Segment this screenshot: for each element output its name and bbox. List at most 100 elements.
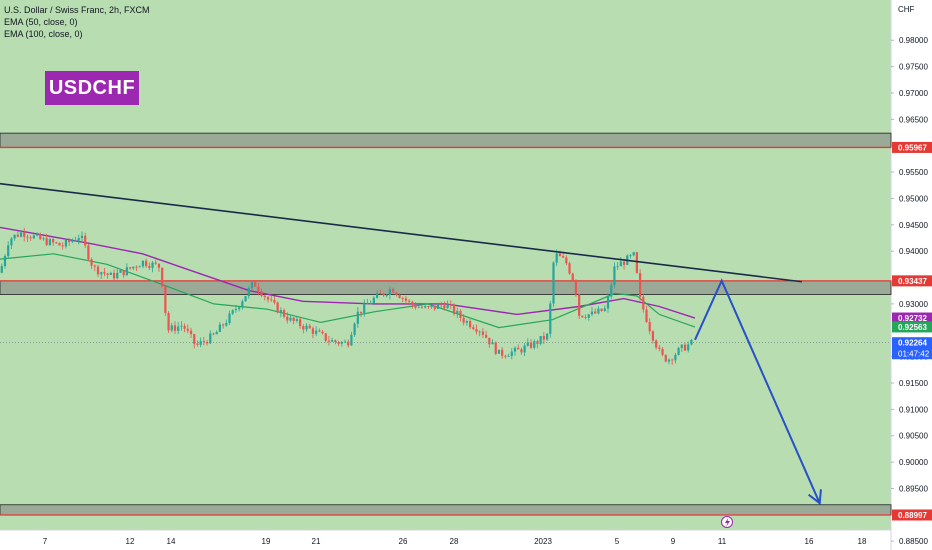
candle-body xyxy=(279,310,282,313)
candle-body xyxy=(183,325,186,329)
y-tick-label: 0.96500 xyxy=(899,115,928,124)
candle-body xyxy=(363,303,366,314)
candle[interactable] xyxy=(635,251,638,274)
candle[interactable] xyxy=(161,267,164,288)
lightning-icon[interactable] xyxy=(721,516,733,528)
candle[interactable] xyxy=(276,301,279,314)
candle-body xyxy=(61,245,64,247)
candle-body xyxy=(106,273,109,275)
candle-body xyxy=(677,347,680,355)
candle[interactable] xyxy=(664,354,667,363)
candle-body xyxy=(64,239,68,247)
candle-body xyxy=(590,311,594,315)
ema50-legend[interactable]: EMA (50, close, 0) xyxy=(4,16,150,28)
candle-body xyxy=(372,297,375,304)
x-tick-label: 7 xyxy=(43,537,48,546)
candle-body xyxy=(600,308,603,312)
candle-body xyxy=(93,265,96,267)
candle[interactable] xyxy=(353,322,356,337)
candle[interactable] xyxy=(638,269,642,301)
candle-body xyxy=(257,286,260,292)
candle-body xyxy=(154,262,157,264)
candle[interactable] xyxy=(164,286,167,316)
ema100-legend[interactable]: EMA (100, close, 0) xyxy=(4,28,150,40)
candle[interactable] xyxy=(568,261,571,275)
candle[interactable] xyxy=(677,346,680,356)
y-tick-label: 0.97500 xyxy=(899,63,928,72)
candle-body xyxy=(350,334,353,346)
price-marker-label: 0.92563 xyxy=(898,323,927,332)
candle-body xyxy=(241,301,244,308)
candle[interactable] xyxy=(497,349,501,354)
candle-body xyxy=(90,259,93,266)
sr-zone-0[interactable] xyxy=(0,132,892,148)
candle-body xyxy=(55,242,58,244)
candle-body xyxy=(468,321,472,328)
y-tick-label: 0.93000 xyxy=(899,300,928,309)
candle-body xyxy=(427,306,430,308)
candle-body xyxy=(536,341,539,344)
y-tick-label: 0.90000 xyxy=(899,458,928,467)
candle-body xyxy=(189,330,193,335)
candle-body xyxy=(343,341,347,343)
candle-body xyxy=(52,239,55,243)
candle-body xyxy=(475,329,478,332)
candle-body xyxy=(375,293,379,298)
y-tick-label: 0.95000 xyxy=(899,194,928,203)
candle-body xyxy=(347,341,350,346)
y-tick-label: 0.97000 xyxy=(899,89,928,98)
candle-body xyxy=(302,326,305,330)
candle-body xyxy=(311,328,315,334)
candle-body xyxy=(209,333,212,344)
candle[interactable] xyxy=(571,272,574,282)
currency-label: CHF xyxy=(898,5,915,14)
candle[interactable] xyxy=(690,339,693,346)
candle-body xyxy=(414,304,417,308)
candle-body xyxy=(231,310,234,314)
price-marker-label: 0.88997 xyxy=(898,511,927,520)
candle[interactable] xyxy=(578,293,581,320)
candle-body xyxy=(449,304,452,305)
candle[interactable] xyxy=(58,242,61,246)
candle-body xyxy=(452,304,456,314)
candle-body xyxy=(247,288,250,297)
candle-body xyxy=(238,307,241,310)
candle-body xyxy=(35,234,39,236)
candle-body xyxy=(193,334,196,344)
candle-body xyxy=(32,235,35,239)
candle-body xyxy=(276,302,279,313)
candle[interactable] xyxy=(87,243,90,262)
y-tick-label: 0.94000 xyxy=(899,247,928,256)
symbol-title[interactable]: U.S. Dollar / Swiss Franc, 2h, FXCM xyxy=(4,4,150,16)
candle-body xyxy=(632,252,635,256)
candle-body xyxy=(683,344,687,351)
candle-body xyxy=(494,342,497,354)
sr-zone-2[interactable] xyxy=(0,504,892,516)
candle-body xyxy=(334,340,337,342)
candle-body xyxy=(462,317,465,323)
chart-screen: CHF 0.88500 0.89500 0.90000 0.90500 0.91000 0.… xyxy=(0,0,932,550)
candle-body xyxy=(549,303,552,334)
candle[interactable] xyxy=(574,279,578,297)
y-tick-label: 0.88500 xyxy=(899,537,928,546)
price-chart[interactable]: CHF 0.88500 0.89500 0.90000 0.90500 0.91000 0.… xyxy=(0,0,932,550)
candle[interactable] xyxy=(549,300,552,338)
sr-zone-1[interactable] xyxy=(0,280,892,295)
candle[interactable] xyxy=(167,311,170,333)
candle-body xyxy=(180,325,183,327)
candle-body xyxy=(472,327,475,330)
candle-body xyxy=(173,325,177,331)
candle-body xyxy=(571,273,574,281)
candle-body xyxy=(148,266,151,268)
candle[interactable] xyxy=(552,261,555,308)
candle[interactable] xyxy=(244,295,247,302)
candle-body xyxy=(298,319,302,327)
candle-body xyxy=(433,305,436,309)
candle-body xyxy=(3,256,7,267)
candle-body xyxy=(151,262,154,268)
candle-body xyxy=(356,311,359,324)
candle-body xyxy=(318,330,321,332)
candle[interactable] xyxy=(494,341,497,356)
candle[interactable] xyxy=(452,303,456,316)
candle-body xyxy=(77,238,80,241)
